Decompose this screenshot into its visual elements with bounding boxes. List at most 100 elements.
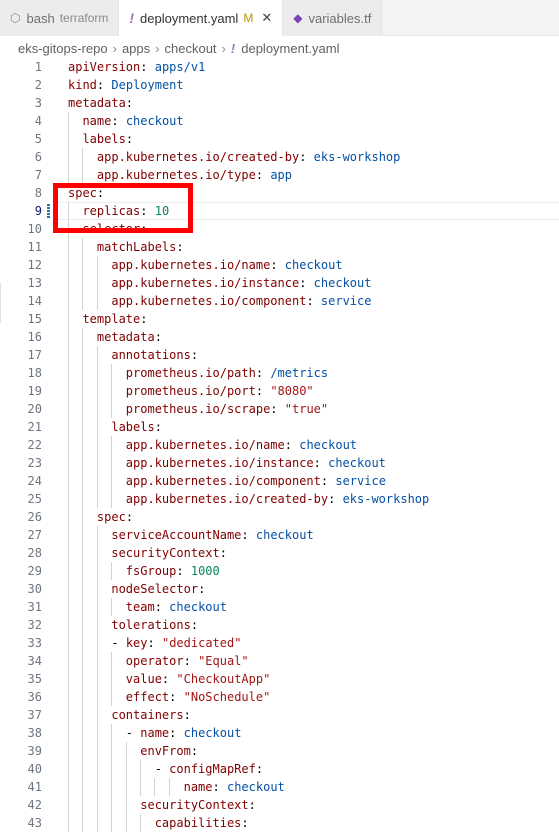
- code-text: annotations:: [111, 348, 199, 362]
- code-text: containers:: [111, 708, 191, 722]
- line-number: 17: [27, 348, 42, 362]
- line-number: 4: [34, 114, 42, 128]
- code-line[interactable]: 26 spec:: [0, 508, 559, 526]
- tab-bash-terraform[interactable]: ⬡ bash terraform: [0, 0, 120, 36]
- line-number: 26: [27, 510, 42, 524]
- tab-deployment-yaml[interactable]: ! deployment.yaml M ✕: [119, 0, 284, 37]
- code-text: securityContext:: [111, 546, 227, 560]
- code-line[interactable]: 34 operator: "Equal": [0, 652, 559, 670]
- code-line[interactable]: 38 - name: checkout: [0, 724, 559, 742]
- breadcrumb-item-file[interactable]: deployment.yaml: [241, 41, 339, 56]
- code-line[interactable]: 17 annotations:: [0, 346, 559, 364]
- code-text: - name: checkout: [125, 726, 242, 740]
- code-line[interactable]: 27 serviceAccountName: checkout: [0, 526, 559, 544]
- line-number: 14: [27, 294, 42, 308]
- breadcrumb-item-apps[interactable]: apps: [122, 41, 150, 56]
- code-line[interactable]: 19 prometheus.io/port: "8080": [0, 382, 559, 400]
- code-text: name: checkout: [82, 114, 184, 128]
- code-line[interactable]: 24 app.kubernetes.io/component: service: [0, 472, 559, 490]
- line-number: 13: [27, 276, 42, 290]
- chevron-right-icon: ›: [155, 40, 160, 56]
- code-line[interactable]: 2 kind: Deployment: [0, 76, 559, 94]
- code-text: spec:: [96, 510, 134, 524]
- tab-variables-tf[interactable]: ◆ variables.tf: [283, 0, 383, 36]
- code-line[interactable]: 1 apiVersion: apps/v1: [0, 58, 559, 76]
- line-number: 5: [34, 132, 42, 146]
- code-line[interactable]: 43 capabilities:: [0, 814, 559, 832]
- code-line[interactable]: 28 securityContext:: [0, 544, 559, 562]
- code-line[interactable]: 31 team: checkout: [0, 598, 559, 616]
- code-line[interactable]: 29 fsGroup: 1000: [0, 562, 559, 580]
- code-line[interactable]: 12 app.kubernetes.io/name: checkout: [0, 256, 559, 274]
- code-line[interactable]: 23 app.kubernetes.io/instance: checkout: [0, 454, 559, 472]
- code-text: app.kubernetes.io/created-by: eks-worksh…: [96, 150, 401, 164]
- code-line[interactable]: 21 labels:: [0, 418, 559, 436]
- code-text: envFrom:: [140, 744, 199, 758]
- code-text: name: checkout: [183, 780, 285, 794]
- code-text: app.kubernetes.io/component: service: [111, 294, 372, 308]
- breadcrumb-item-checkout[interactable]: checkout: [165, 41, 217, 56]
- code-text: labels:: [111, 420, 162, 434]
- code-line[interactable]: 22 app.kubernetes.io/name: checkout: [0, 436, 559, 454]
- code-line[interactable]: 35 value: "CheckoutApp": [0, 670, 559, 688]
- code-line[interactable]: 13 app.kubernetes.io/instance: checkout: [0, 274, 559, 292]
- tab-label: bash: [26, 10, 55, 26]
- code-line[interactable]: 33 - key: "dedicated": [0, 634, 559, 652]
- line-number: 36: [27, 690, 42, 704]
- code-line[interactable]: 40 - configMapRef:: [0, 760, 559, 778]
- code-line[interactable]: 4 name: checkout: [0, 112, 559, 130]
- line-number: 15: [27, 312, 42, 326]
- chevron-right-icon: ›: [221, 40, 226, 56]
- code-text: apiVersion: apps/v1: [68, 60, 206, 74]
- code-line[interactable]: 25 app.kubernetes.io/created-by: eks-wor…: [0, 490, 559, 508]
- code-text: securityContext:: [140, 798, 256, 812]
- code-text: app.kubernetes.io/component: service: [125, 474, 386, 488]
- line-number: 43: [27, 816, 42, 830]
- line-number: 27: [27, 528, 42, 542]
- code-text: app.kubernetes.io/instance: checkout: [125, 456, 386, 470]
- code-text: metadata:: [68, 96, 134, 110]
- code-text: app.kubernetes.io/type: app: [96, 168, 293, 182]
- code-line[interactable]: 36 effect: "NoSchedule": [0, 688, 559, 706]
- code-text: app.kubernetes.io/name: checkout: [125, 438, 358, 452]
- code-editor[interactable]: 1 apiVersion: apps/v1 2 kind: Deployment 3 me…: [0, 58, 559, 837]
- code-line[interactable]: 39 envFrom:: [0, 742, 559, 760]
- line-number: 35: [27, 672, 42, 686]
- breadcrumb-item-repo[interactable]: eks-gitops-repo: [18, 41, 108, 56]
- code-text: value: "CheckoutApp": [125, 672, 271, 686]
- code-line[interactable]: 3 metadata:: [0, 94, 559, 112]
- line-number: 40: [27, 762, 42, 776]
- line-number: 1: [34, 60, 42, 74]
- editor-tab-bar: ⬡ bash terraform ! deployment.yaml M ✕ ◆…: [0, 0, 559, 37]
- close-icon[interactable]: ✕: [261, 10, 272, 26]
- code-text: app.kubernetes.io/instance: checkout: [111, 276, 372, 290]
- line-number: 34: [27, 654, 42, 668]
- code-line[interactable]: 30 nodeSelector:: [0, 580, 559, 598]
- code-line[interactable]: 5 labels:: [0, 130, 559, 148]
- code-line[interactable]: 41 name: checkout: [0, 778, 559, 796]
- line-number: 30: [27, 582, 42, 596]
- code-line[interactable]: 18 prometheus.io/path: /metrics: [0, 364, 559, 382]
- line-number: 29: [27, 564, 42, 578]
- code-text: tolerations:: [111, 618, 199, 632]
- code-line[interactable]: 32 tolerations:: [0, 616, 559, 634]
- code-line[interactable]: 15 template:: [0, 310, 559, 328]
- line-number: 20: [27, 402, 42, 416]
- line-number: 3: [34, 96, 42, 110]
- line-number: 38: [27, 726, 42, 740]
- code-line[interactable]: 7 app.kubernetes.io/type: app: [0, 166, 559, 184]
- code-line[interactable]: 6 app.kubernetes.io/created-by: eks-work…: [0, 148, 559, 166]
- code-line[interactable]: 11 matchLabels:: [0, 238, 559, 256]
- code-line[interactable]: 20 prometheus.io/scrape: "true": [0, 400, 559, 418]
- code-text: prometheus.io/path: /metrics: [125, 366, 329, 380]
- line-number: 23: [27, 456, 42, 470]
- code-text: kind: Deployment: [68, 78, 184, 92]
- code-text: - key: "dedicated": [111, 636, 242, 650]
- line-number: 19: [27, 384, 42, 398]
- code-line[interactable]: 14 app.kubernetes.io/component: service: [0, 292, 559, 310]
- line-number: 24: [27, 474, 42, 488]
- code-line[interactable]: 37 containers:: [0, 706, 559, 724]
- code-line[interactable]: 16 metadata:: [0, 328, 559, 346]
- annotation-highlight-box: [53, 183, 193, 233]
- code-line[interactable]: 42 securityContext:: [0, 796, 559, 814]
